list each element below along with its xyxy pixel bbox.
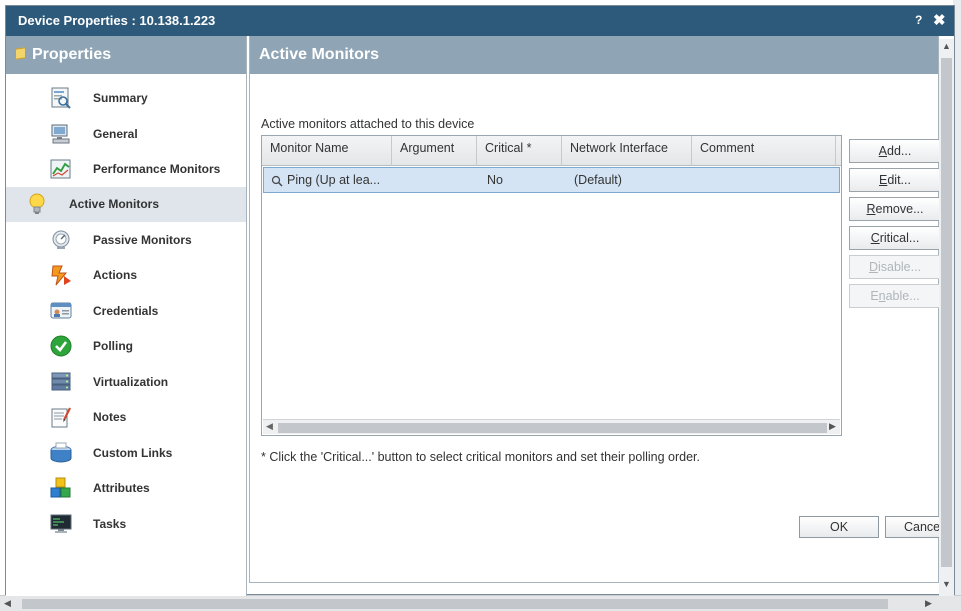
sidebar-item-label: Polling bbox=[93, 339, 133, 353]
attributes-icon bbox=[50, 477, 71, 498]
sidebar-item-label: Virtualization bbox=[93, 375, 169, 389]
edit-button[interactable]: Edit... bbox=[849, 168, 940, 192]
properties-sidebar: Properties Summary General Performance M… bbox=[6, 36, 247, 596]
notes-icon bbox=[51, 407, 71, 428]
column-header-critical[interactable]: Critical * bbox=[477, 136, 562, 166]
scroll-right-icon[interactable]: ▶ bbox=[925, 598, 932, 609]
polling-check-icon bbox=[50, 335, 72, 357]
sidebar-item-label: Performance Monitors bbox=[93, 162, 221, 176]
cancel-button[interactable]: Cance bbox=[885, 516, 940, 538]
sidebar-item-custom-links[interactable]: Custom Links bbox=[6, 436, 246, 471]
column-header-argument[interactable]: Argument bbox=[392, 136, 477, 166]
sidebar-item-actions[interactable]: Actions bbox=[6, 258, 246, 293]
sidebar-item-label: Credentials bbox=[93, 304, 159, 318]
sidebar-item-passive-monitors[interactable]: Passive Monitors bbox=[6, 223, 246, 258]
sidebar-item-label: Passive Monitors bbox=[93, 233, 192, 247]
scrollbar-thumb[interactable] bbox=[941, 58, 952, 567]
critical-footnote: * Click the 'Critical...' button to sele… bbox=[261, 450, 700, 464]
scroll-up-icon[interactable]: ▲ bbox=[942, 41, 951, 51]
remove-button[interactable]: Remove... bbox=[849, 197, 940, 221]
cell-critical: No bbox=[487, 173, 503, 187]
sidebar-title: Properties bbox=[32, 46, 112, 63]
sidebar-item-label: Attributes bbox=[93, 481, 150, 495]
device-properties-dialog: Device Properties : 10.138.1.223 ? ✖ Pro… bbox=[5, 5, 955, 596]
performance-chart-icon bbox=[50, 159, 71, 179]
column-header-comment[interactable]: Comment bbox=[692, 136, 836, 166]
sidebar-item-label: Active Monitors bbox=[69, 197, 160, 211]
table-horizontal-scrollbar[interactable]: ◀ ▶ bbox=[263, 419, 840, 434]
tasks-icon bbox=[50, 514, 72, 533]
monitor-actions: Add... Edit... Remove... Critical... Dis… bbox=[849, 139, 940, 313]
cell-network-interface: (Default) bbox=[574, 173, 622, 187]
page-horizontal-scrollbar[interactable]: ◀ ▶ bbox=[0, 595, 961, 611]
sidebar-item-notes[interactable]: Notes bbox=[6, 400, 246, 435]
credentials-icon bbox=[50, 302, 72, 319]
sidebar-item-general[interactable]: General bbox=[6, 117, 246, 152]
help-icon[interactable]: ? bbox=[915, 13, 922, 27]
dialog-vertical-scrollbar[interactable]: ▲ ▼ bbox=[939, 39, 954, 596]
table-row[interactable]: Ping (Up at lea... No (Default) bbox=[263, 167, 840, 193]
sidebar-item-label: Notes bbox=[93, 410, 127, 424]
scrollbar-thumb[interactable] bbox=[22, 599, 888, 609]
add-button[interactable]: Add... bbox=[849, 139, 940, 163]
sidebar-item-tasks[interactable]: Tasks bbox=[6, 507, 246, 542]
scroll-down-icon[interactable]: ▼ bbox=[942, 579, 951, 589]
scrollbar-thumb[interactable] bbox=[278, 423, 827, 433]
disable-button[interactable]: Disable... bbox=[849, 255, 940, 279]
monitors-table: Monitor Name Argument Critical * Network… bbox=[261, 135, 842, 436]
computer-icon bbox=[51, 124, 70, 144]
sidebar-item-performance-monitors[interactable]: Performance Monitors bbox=[6, 152, 246, 187]
panel-title: Active Monitors bbox=[250, 36, 938, 74]
ping-monitor-icon bbox=[271, 175, 283, 187]
actions-icon bbox=[51, 265, 71, 286]
dialog-titlebar: Device Properties : 10.138.1.223 ? ✖ bbox=[6, 6, 954, 36]
table-header: Monitor Name Argument Critical * Network… bbox=[262, 136, 841, 166]
scroll-left-icon[interactable]: ◀ bbox=[4, 598, 11, 609]
critical-button[interactable]: Critical... bbox=[849, 226, 940, 250]
scroll-right-icon[interactable]: ▶ bbox=[829, 421, 836, 432]
enable-button[interactable]: Enable... bbox=[849, 284, 940, 308]
column-header-network-interface[interactable]: Network Interface bbox=[562, 136, 692, 166]
sidebar-item-polling[interactable]: Polling bbox=[6, 329, 246, 364]
sidebar-item-label: Summary bbox=[93, 91, 148, 105]
virtualization-icon bbox=[51, 372, 71, 391]
sidebar-header: Properties bbox=[6, 36, 246, 74]
column-header-monitor-name[interactable]: Monitor Name bbox=[262, 136, 392, 166]
folder-icon bbox=[15, 47, 26, 60]
sidebar-item-label: Actions bbox=[93, 268, 138, 282]
close-icon[interactable]: ✖ bbox=[933, 11, 946, 29]
dialog-title: Device Properties : 10.138.1.223 bbox=[18, 13, 216, 28]
custom-links-icon bbox=[50, 442, 72, 463]
sidebar-item-label: Tasks bbox=[93, 517, 127, 531]
sidebar-item-label: Custom Links bbox=[93, 446, 173, 460]
sidebar-item-attributes[interactable]: Attributes bbox=[6, 471, 246, 506]
sidebar-item-summary[interactable]: Summary bbox=[6, 81, 246, 116]
cell-monitor-name: Ping (Up at lea... bbox=[287, 173, 381, 187]
passive-monitor-icon bbox=[52, 230, 70, 249]
active-monitors-panel: Active Monitors Active monitors attached… bbox=[249, 36, 940, 583]
sidebar-item-label: General bbox=[93, 127, 138, 141]
grid-caption: Active monitors attached to this device bbox=[261, 117, 475, 131]
sidebar-item-active-monitors[interactable]: Active Monitors bbox=[6, 187, 246, 222]
ok-button[interactable]: OK bbox=[799, 516, 879, 538]
summary-icon bbox=[51, 87, 71, 109]
lightbulb-icon bbox=[29, 193, 45, 214]
sidebar-item-virtualization[interactable]: Virtualization bbox=[6, 365, 246, 400]
scroll-left-icon[interactable]: ◀ bbox=[266, 421, 273, 432]
sidebar-item-credentials[interactable]: Credentials bbox=[6, 294, 246, 329]
